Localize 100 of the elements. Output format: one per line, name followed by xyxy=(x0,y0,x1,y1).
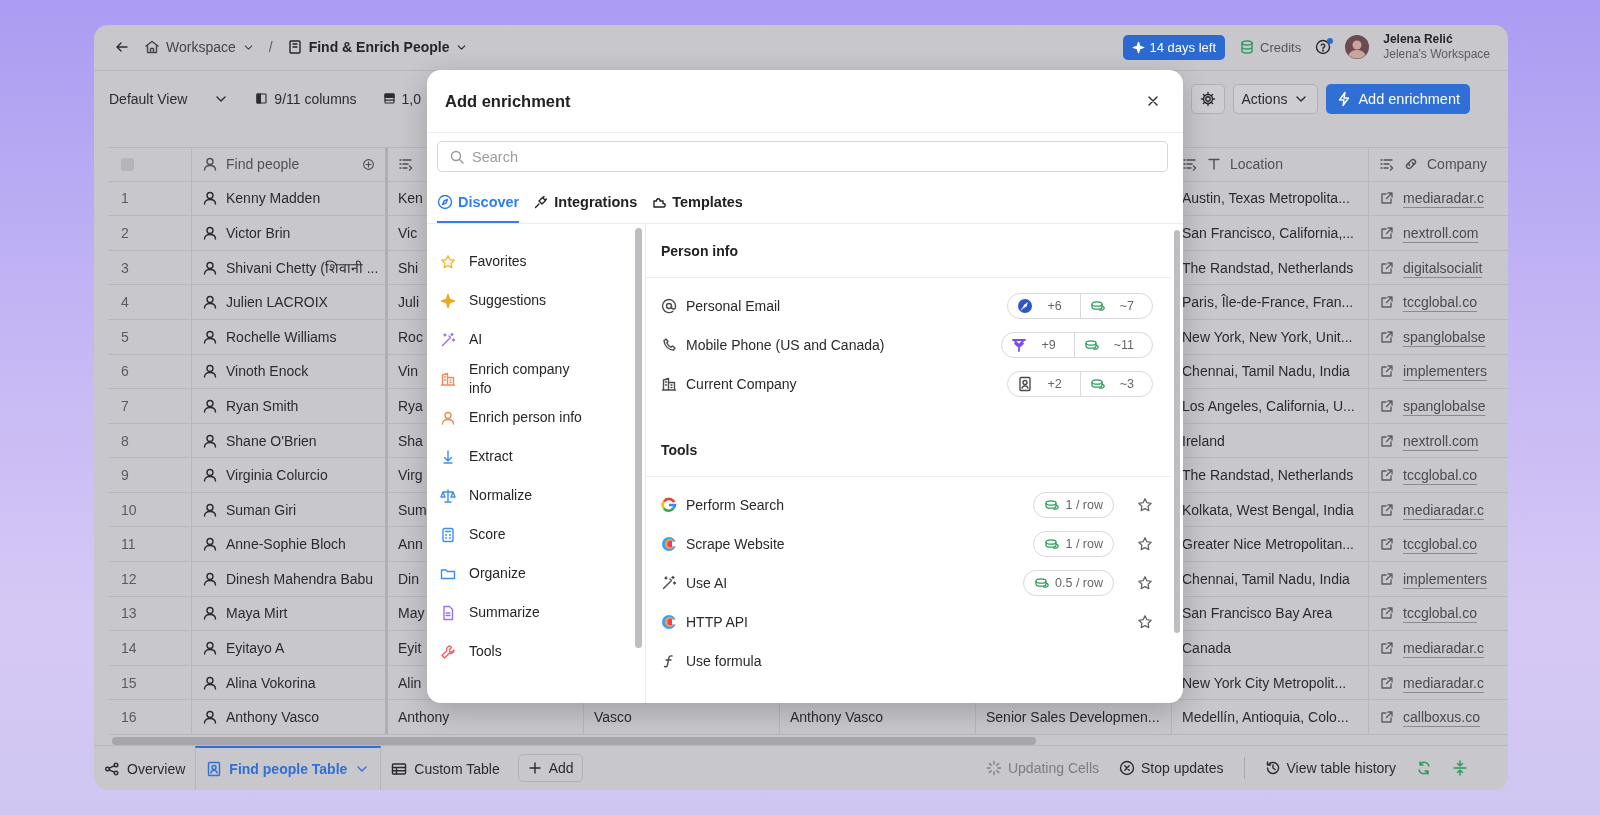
category-item[interactable]: Tools xyxy=(440,632,632,671)
tool-item[interactable]: HTTP API xyxy=(646,602,1171,641)
wand-icon xyxy=(440,331,456,348)
settings-button[interactable] xyxy=(1190,83,1225,114)
tool-item[interactable]: Use formula xyxy=(646,641,1171,680)
scrollbar-thumb[interactable] xyxy=(1174,230,1180,633)
company-link[interactable]: callboxus.co xyxy=(1403,709,1481,726)
tool-item[interactable]: Scrape Website 1 / row xyxy=(646,524,1171,563)
category-tab[interactable]: Discover xyxy=(437,183,520,223)
category-tab[interactable]: Templates xyxy=(651,183,743,223)
breadcrumb[interactable]: Find & Enrich People xyxy=(286,39,469,56)
star-icon[interactable] xyxy=(1137,613,1153,630)
category-item[interactable]: Enrich company info xyxy=(440,359,632,398)
table-cell: Kolkata, West Bengal, India xyxy=(1182,501,1354,518)
table-cell: Sum xyxy=(398,501,427,518)
add-tab-button[interactable]: Add xyxy=(517,754,583,782)
enrichment-item[interactable]: Current Company +2 ~3 xyxy=(646,364,1171,403)
external-link-icon xyxy=(1379,397,1395,414)
external-link-icon xyxy=(1379,570,1395,587)
enrichment-item[interactable]: Mobile Phone (US and Canada) +9 ~11 xyxy=(646,325,1171,364)
company-link[interactable]: mediaradar.c xyxy=(1403,190,1484,207)
table-cell: Ryan Smith xyxy=(226,397,299,414)
table-cell: Sha xyxy=(398,432,423,449)
breadcrumb[interactable]: Workspace xyxy=(144,39,255,56)
person-icon xyxy=(202,397,218,414)
rows-icon xyxy=(382,92,396,106)
tool-item[interactable]: Use AI 0.5 / row xyxy=(646,563,1171,602)
add-enrichment-button[interactable]: Add enrichment xyxy=(1326,83,1470,114)
enrichment-item[interactable]: Personal Email +6 ~7 xyxy=(646,286,1171,325)
table-cell: May xyxy=(398,605,425,622)
company-link[interactable]: nextroll.com xyxy=(1403,432,1479,449)
table-cell: Maya Mirt xyxy=(226,605,288,622)
company-link[interactable]: digitalsocialit xyxy=(1403,259,1483,276)
plus-icon xyxy=(526,760,543,776)
company-link[interactable]: tccglobal.co xyxy=(1403,294,1477,311)
table-cell: Los Angeles, California, U... xyxy=(1182,397,1355,414)
category-item[interactable]: Score xyxy=(440,515,632,554)
category-item[interactable]: Suggestions xyxy=(440,281,632,320)
table-cell: Eyitayo A xyxy=(226,640,285,657)
sort-icon[interactable] xyxy=(1182,156,1198,173)
category-tab[interactable]: Integrations xyxy=(533,183,638,223)
scrollbar-thumb[interactable] xyxy=(112,737,1036,745)
category-item[interactable]: Organize xyxy=(440,554,632,593)
table-cell: Rochelle Williams xyxy=(226,328,337,345)
category-item[interactable]: AI xyxy=(440,320,632,359)
row-number: 16 xyxy=(109,700,192,736)
company-link[interactable]: tccglobal.co xyxy=(1403,467,1477,484)
trial-button[interactable]: 14 days left xyxy=(1122,34,1225,60)
arrow-down-icon xyxy=(440,448,456,465)
external-link-icon xyxy=(1379,259,1395,276)
calculator-icon xyxy=(440,526,456,543)
person-icon xyxy=(202,674,218,691)
columns-icon xyxy=(255,92,269,106)
scrollbar-thumb[interactable] xyxy=(635,228,642,648)
row-number: 15 xyxy=(109,665,192,701)
category-item[interactable]: Summarize xyxy=(440,593,632,632)
actions-button[interactable]: Actions xyxy=(1232,83,1319,114)
company-link[interactable]: mediaradar.c xyxy=(1403,674,1484,691)
company-link[interactable]: tccglobal.co xyxy=(1403,605,1477,622)
star-icon[interactable] xyxy=(1137,496,1153,513)
sheet-tab[interactable]: Custom Table xyxy=(381,746,510,790)
company-link[interactable]: tccglobal.co xyxy=(1403,536,1477,553)
stop-updates-button[interactable]: Stop updates xyxy=(1119,760,1224,776)
company-link[interactable]: mediaradar.c xyxy=(1403,640,1484,657)
row-number: 3 xyxy=(109,250,192,286)
category-item[interactable]: Normalize xyxy=(440,476,632,515)
sort-icon[interactable] xyxy=(398,156,414,173)
star-icon[interactable] xyxy=(1137,535,1153,552)
company-link[interactable]: implementers xyxy=(1403,363,1488,380)
category-item[interactable]: Extract xyxy=(440,437,632,476)
column-header: Company xyxy=(1427,156,1487,173)
table-cell: Vasco xyxy=(594,709,632,726)
star-icon[interactable] xyxy=(1137,574,1153,591)
company-link[interactable]: spanglobalse xyxy=(1403,328,1486,345)
dialog-title: Add enrichment xyxy=(445,91,571,111)
table-cell: Anthony Vasco xyxy=(790,709,884,726)
columns-button[interactable]: 9/11 columns xyxy=(255,90,357,107)
table-cell: Austin, Texas Metropolita... xyxy=(1182,190,1350,207)
view-dropdown[interactable]: Default View xyxy=(109,90,230,107)
house-icon xyxy=(144,39,160,56)
category-item[interactable]: Favorites xyxy=(440,242,632,281)
rows-button[interactable]: 1,0 xyxy=(382,90,422,107)
company-link[interactable]: mediaradar.c xyxy=(1403,501,1484,518)
table-cell: Juli xyxy=(398,294,419,311)
provider-count: +2 xyxy=(1046,376,1063,391)
sort-icon[interactable] xyxy=(1379,156,1395,173)
search-field[interactable]: Search xyxy=(437,141,1168,172)
tool-item[interactable]: Perform Search 1 / row xyxy=(646,485,1171,524)
row-number: 13 xyxy=(109,596,192,632)
text-type-icon xyxy=(1206,156,1222,173)
company-link[interactable]: nextroll.com xyxy=(1403,224,1479,241)
settings-icon xyxy=(1199,90,1216,107)
company-link[interactable]: spanglobalse xyxy=(1403,397,1486,414)
person-icon xyxy=(202,224,218,241)
sheet-tab[interactable]: Overview xyxy=(94,746,196,790)
history-button[interactable]: View table history xyxy=(1264,760,1396,776)
credits-button[interactable]: Credits xyxy=(1239,39,1302,56)
avatar[interactable] xyxy=(1345,35,1370,60)
company-link[interactable]: implementers xyxy=(1403,570,1488,587)
category-item[interactable]: Enrich person info xyxy=(440,398,632,437)
